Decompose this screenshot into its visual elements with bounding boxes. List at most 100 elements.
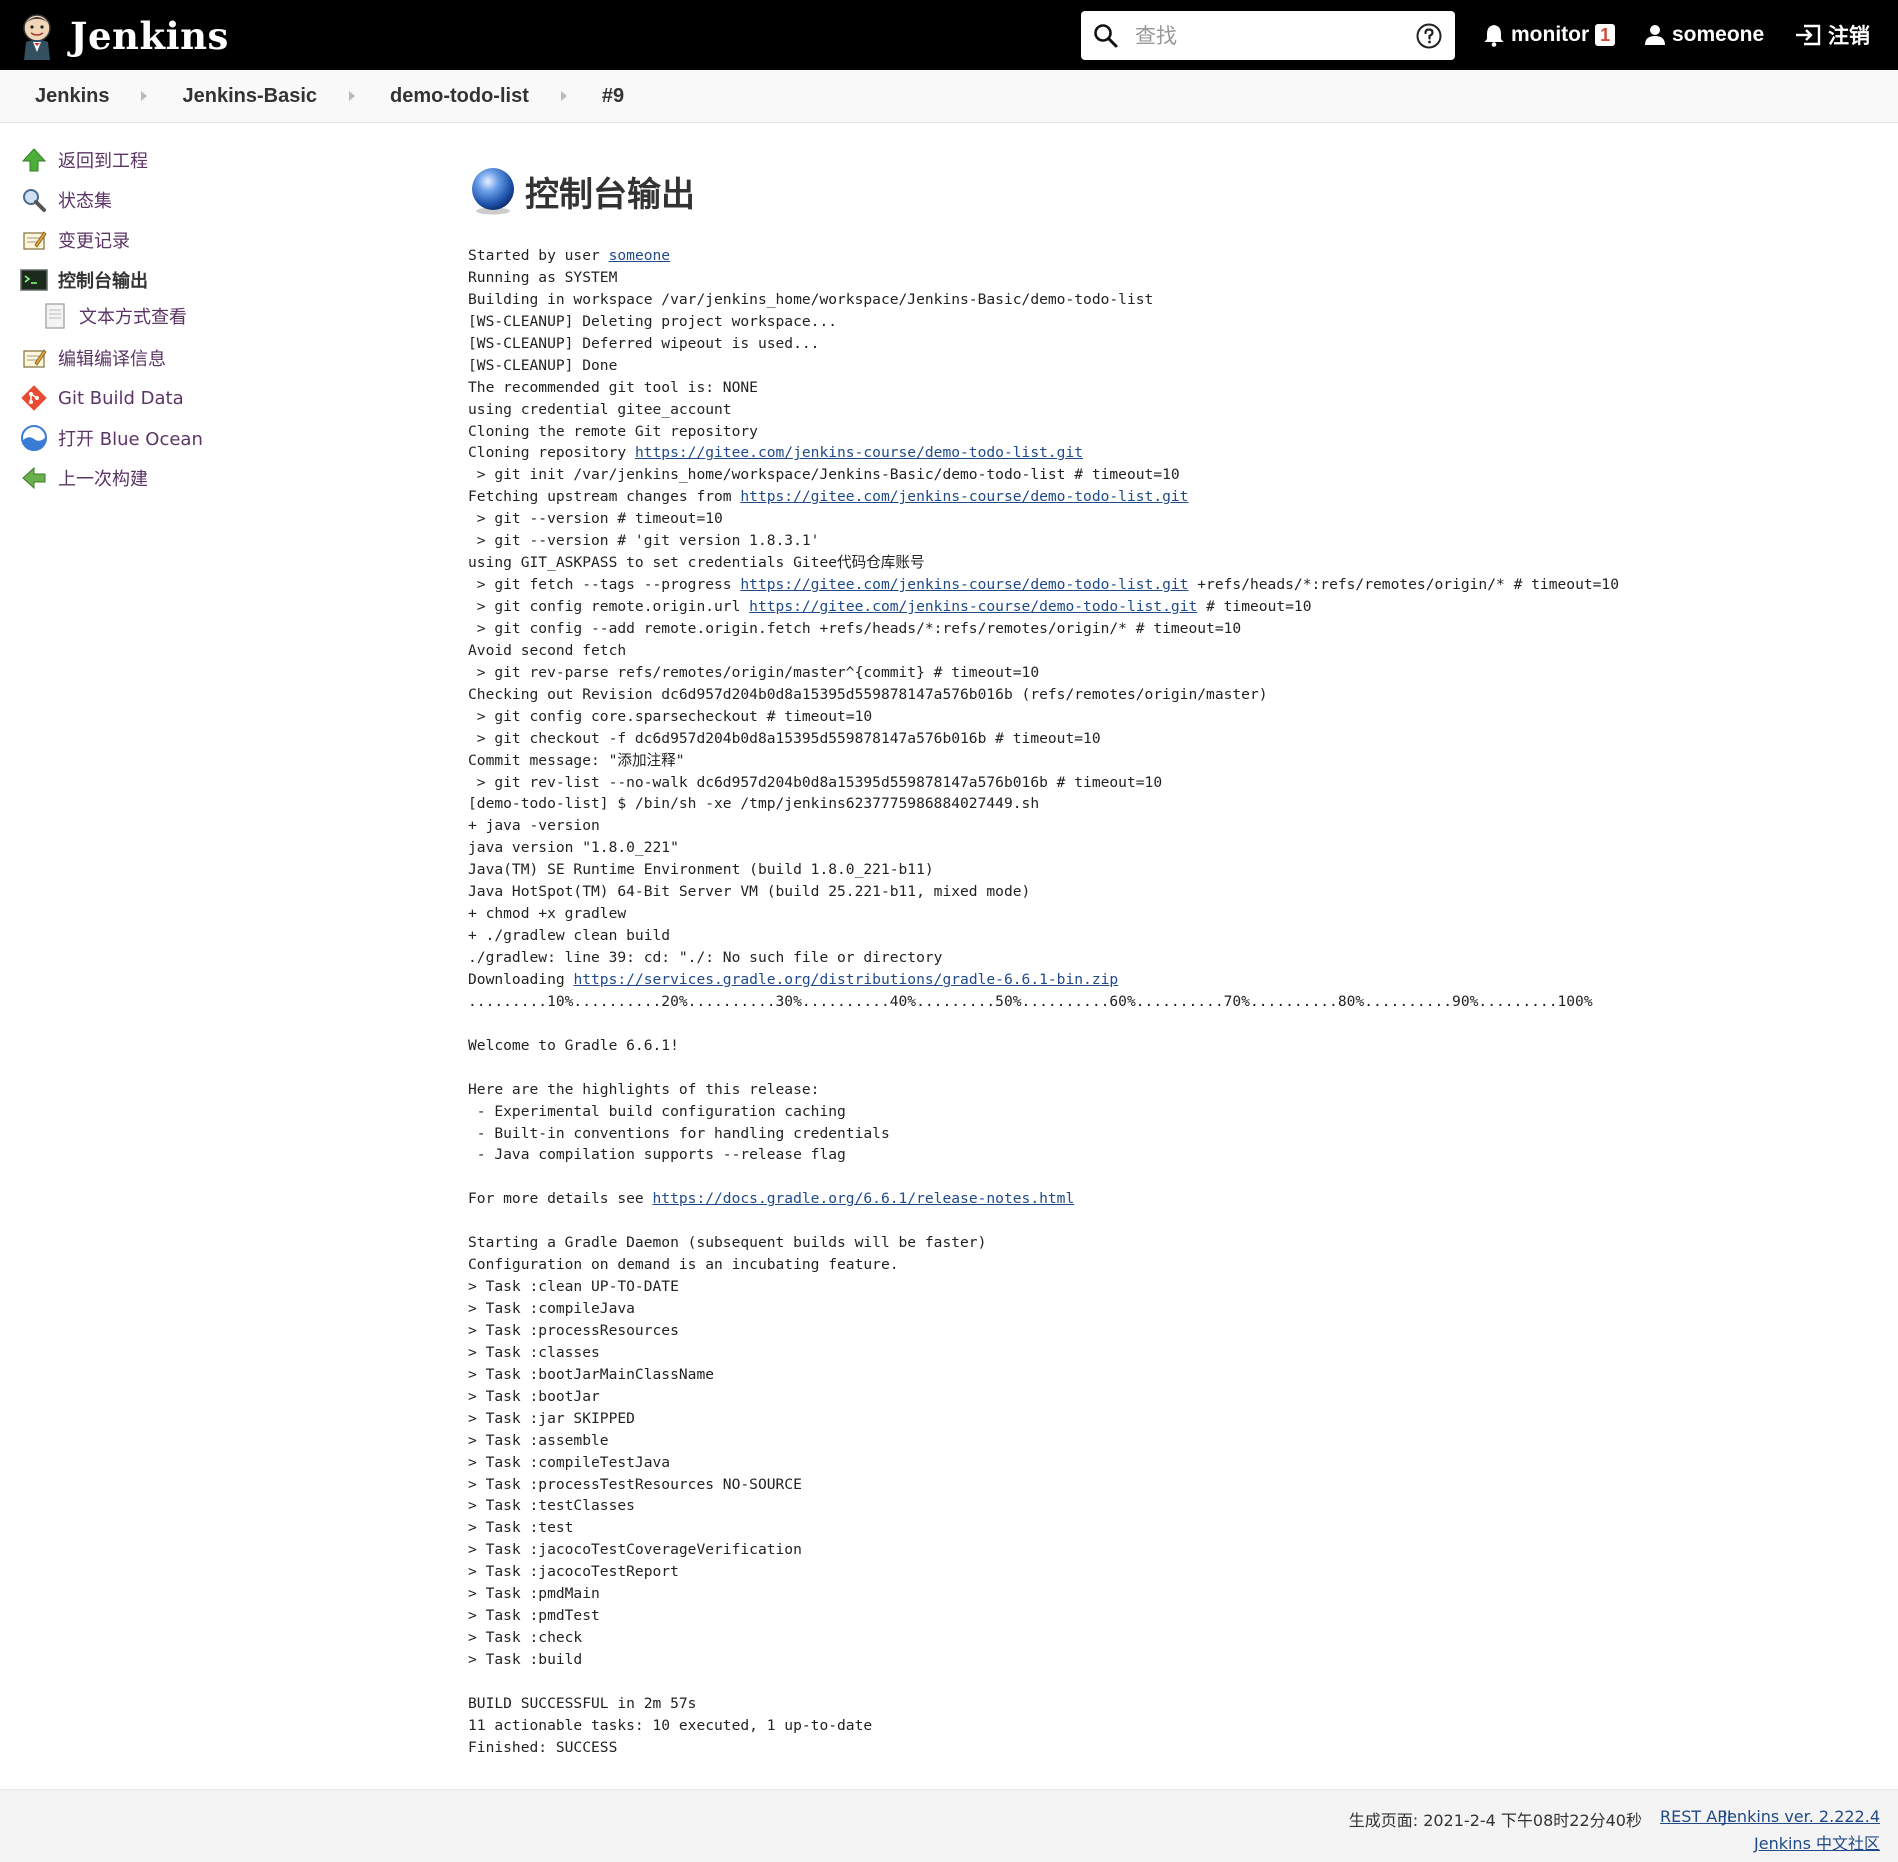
left-arrow-icon [20,464,48,492]
console-line: > Task :jacocoTestReport [468,1563,679,1581]
task-view-as-plain-text[interactable]: 文本方式查看 [41,300,320,332]
console-line: Java HotSpot(TM) 64-Bit Server VM (build… [468,883,1031,901]
console-line: - Java compilation supports --release fl… [468,1146,846,1164]
console-line: Building in workspace /var/jenkins_home/… [468,290,1154,308]
task-console-output[interactable]: 控制台输出 [20,260,320,300]
task-back-to-project[interactable]: 返回到工程 [20,140,320,180]
user-name: someone [1672,23,1765,46]
top-header: Jenkins monitor 1 someone [0,0,1898,70]
search-icon [1094,23,1118,47]
jenkins-logo[interactable]: Jenkins [18,10,229,62]
console-line: + java -version [468,817,600,835]
console-line: + ./gradlew clean build [468,927,671,945]
console-line: Starting a Gradle Daemon (subsequent bui… [468,1234,987,1252]
jenkins-community-link[interactable]: Jenkins 中文社区 [1754,1830,1880,1854]
logout-button[interactable]: 注销 [1794,18,1870,52]
search-input[interactable] [1133,22,1415,49]
console-url-link[interactable]: https://services.gradle.org/distribution… [573,971,1118,988]
console-line: > Task :compileTestJava [468,1453,671,1471]
console-line: - Built-in conventions for handling cred… [468,1124,890,1142]
console-line: Cloning repository https://gitee.com/jen… [468,444,1084,462]
breadcrumb-separator-icon[interactable] [349,91,355,101]
task-previous-build[interactable]: 上一次构建 [20,458,320,498]
task-label[interactable]: 编辑编译信息 [58,345,166,371]
console-line: > git checkout -f dc6d957d204b0d8a15395d… [468,729,1101,747]
blue-status-ball-icon [472,168,514,215]
console-url-link[interactable]: https://gitee.com/jenkins-course/demo-to… [740,488,1188,505]
monitor-notifications[interactable]: monitor 1 [1483,18,1616,52]
console-line: ./gradlew: line 39: cd: "./: No such fil… [468,949,943,966]
console-line: > Task :processTestResources NO-SOURCE [468,1475,802,1493]
breadcrumb-separator-icon[interactable] [141,91,148,101]
console-line: java version "1.8.0_221" [468,839,679,857]
console-line: Java(TM) SE Runtime Environment (build 1… [468,861,934,879]
task-git-build-data[interactable]: Git Build Data [20,378,320,418]
breadcrumb-jenkins-basic[interactable]: Jenkins-Basic [182,85,317,108]
task-label[interactable]: 状态集 [58,187,112,213]
breadcrumb-jenkins[interactable]: Jenkins [35,85,109,108]
console-line: > git --version # timeout=10 [468,510,723,528]
console-line: > Task :classes [468,1343,600,1361]
task-status[interactable]: 状态集 [20,180,320,220]
console-line: > Task :jacocoTestCoverageVerification [468,1541,802,1559]
console-line: > Task :clean UP-TO-DATE [468,1278,679,1296]
task-label[interactable]: 文本方式查看 [79,303,187,329]
help-icon[interactable] [1415,22,1443,50]
task-edit-build-info[interactable]: 编辑编译信息 [20,338,320,378]
task-label[interactable]: 变更记录 [58,227,130,253]
console-line: Cloning the remote Git repository [468,422,758,440]
console-line: > git config core.sparsecheckout # timeo… [468,707,873,725]
breadcrumb-separator-icon[interactable] [560,91,567,101]
monitor-count-badge: 1 [1595,24,1616,46]
logout-label: 注销 [1828,25,1870,48]
page-generated-timestamp: 生成页面: 2021-2-4 下午08时22分40秒 [1348,1811,1642,1830]
console-line: Fetching upstream changes from https://g… [468,488,1189,506]
notepad-icon [20,226,48,254]
console-line: Configuration on demand is an incubating… [468,1256,899,1274]
console-line: > Task :check [468,1629,583,1647]
jenkins-version-link[interactable]: Jenkins ver. 2.222.4 [1722,1807,1880,1826]
task-label[interactable]: 返回到工程 [58,147,148,173]
console-line: Commit message: "添加注释" [468,751,685,769]
console-line: [demo-todo-list] $ /bin/sh -xe /tmp/jenk… [468,795,1040,813]
page-title-row: 控制台输出 [468,160,1868,222]
page-footer: 生成页面: 2021-2-4 下午08时22分40秒 REST API Jenk… [0,1789,1898,1862]
console-line: > git fetch --tags --progress https://gi… [468,576,1620,594]
rest-api-link[interactable]: REST API [1660,1807,1732,1826]
task-label[interactable]: 上一次构建 [58,465,148,491]
task-label[interactable]: 控制台输出 [58,267,148,293]
console-line: [WS-CLEANUP] Deleting project workspace.… [468,312,838,330]
page-title: 控制台输出 [525,174,695,215]
console-url-link[interactable]: https://gitee.com/jenkins-course/demo-to… [635,444,1083,461]
console-output: Started by user someone Running as SYSTEM… [468,245,1868,1759]
task-open-blue-ocean[interactable]: 打开 Blue Ocean [20,418,320,458]
console-line: Checking out Revision dc6d957d204b0d8a15… [468,685,1268,703]
blue-ocean-icon [20,424,48,452]
git-icon [20,384,48,412]
breadcrumb-demo-todo-list[interactable]: demo-todo-list [390,85,529,108]
console-line: [WS-CLEANUP] Deferred wipeout is used... [468,334,820,352]
up-arrow-icon [20,146,48,174]
console-line: For more details see https://docs.gradle… [468,1190,1075,1208]
breadcrumb-build-number[interactable]: #9 [602,85,624,108]
terminal-icon [20,266,48,294]
jenkins-brand-text[interactable]: Jenkins [70,14,229,58]
console-line: [WS-CLEANUP] Done [468,356,618,374]
console-url-link[interactable]: https://docs.gradle.org/6.6.1/release-no… [653,1190,1075,1207]
user-link[interactable]: someone [609,247,671,264]
console-url-link[interactable]: https://gitee.com/jenkins-course/demo-to… [740,576,1188,593]
task-label[interactable]: Git Build Data [58,388,184,409]
console-line: > Task :pmdMain [468,1585,600,1603]
task-label[interactable]: 打开 Blue Ocean [58,425,203,451]
task-changes[interactable]: 变更记录 [20,220,320,260]
user-menu[interactable]: someone [1644,18,1764,52]
console-url-link[interactable]: https://gitee.com/jenkins-course/demo-to… [749,598,1197,615]
console-line: > Task :pmdTest [468,1607,600,1625]
logout-icon [1796,24,1821,46]
notepad-icon [20,344,48,372]
search-box [1081,11,1455,60]
user-icon [1645,25,1665,45]
